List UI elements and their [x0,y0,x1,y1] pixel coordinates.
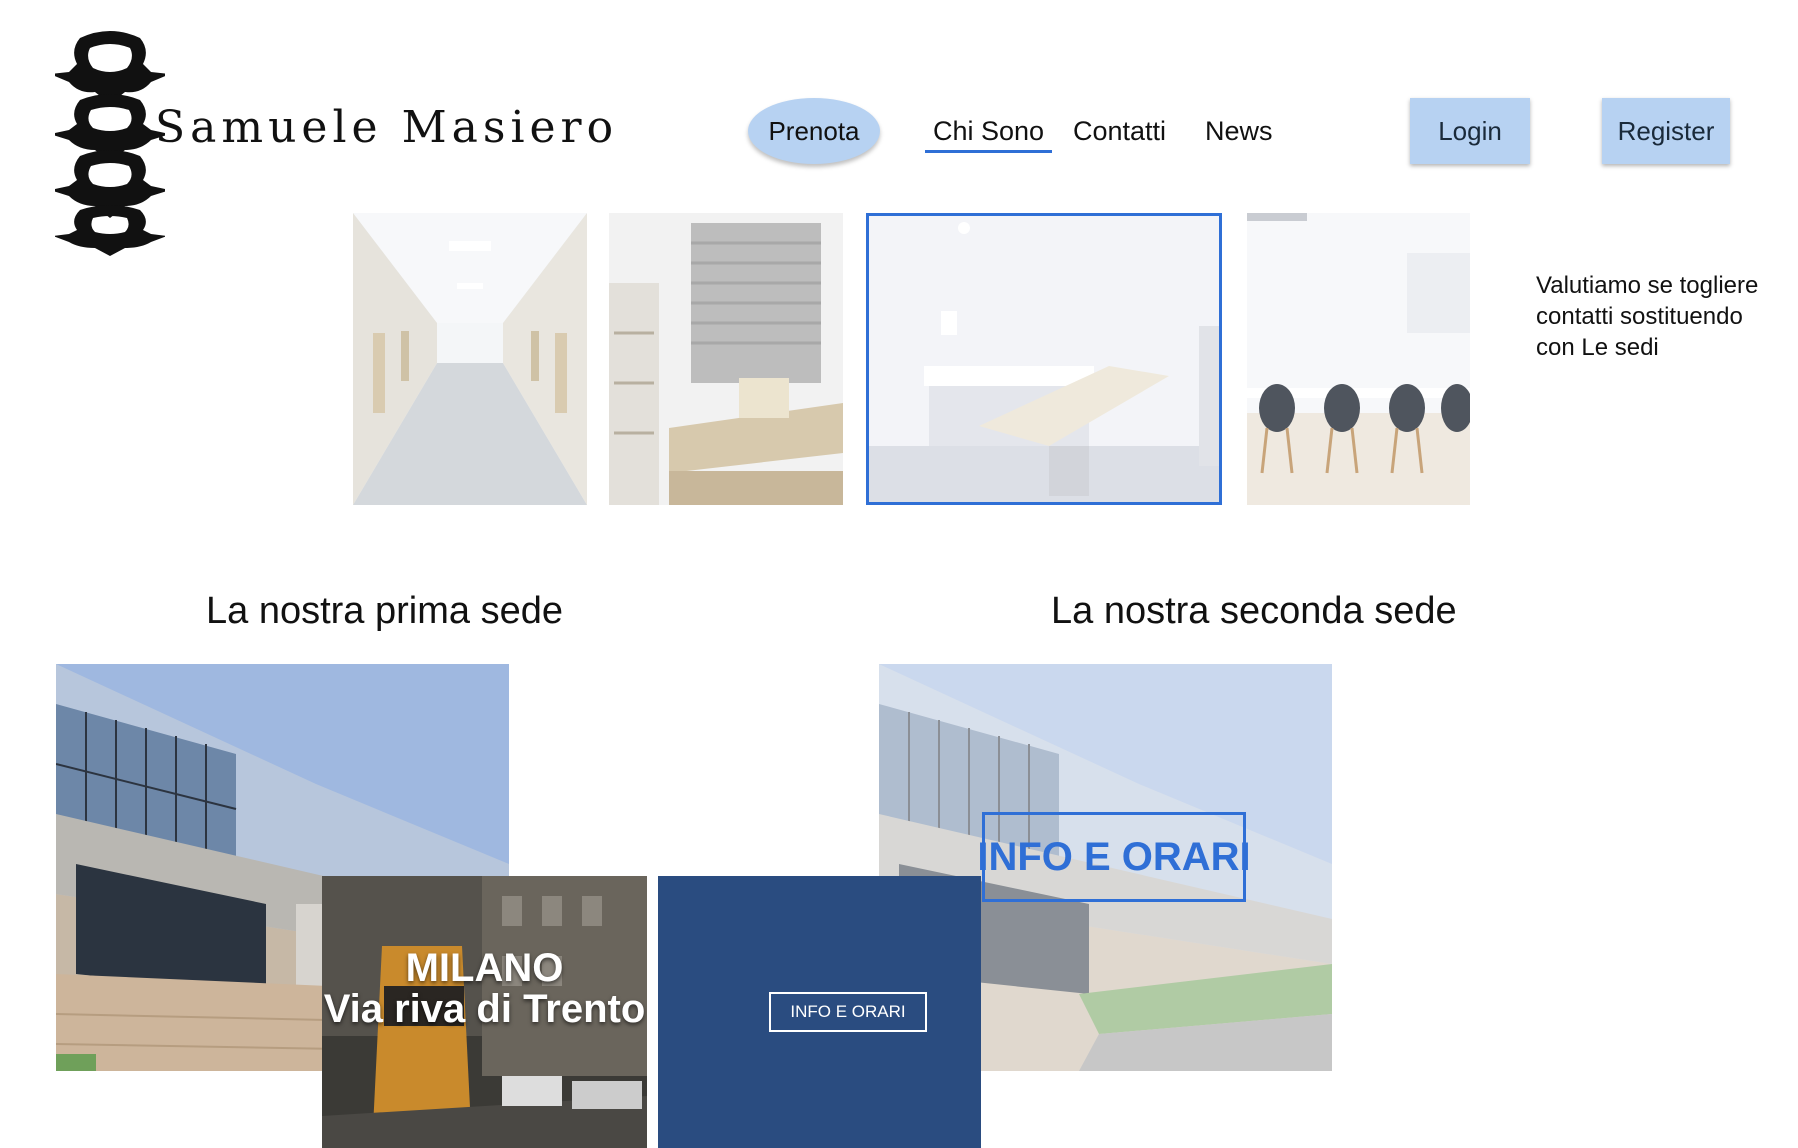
designer-note-text: Valutiamo se togliere contatti sostituen… [1536,272,1759,361]
register-button[interactable]: Register [1602,98,1730,164]
brand-name[interactable]: Samuele Masiero [155,102,618,153]
nav-chi-sono-link[interactable]: Chi Sono [925,116,1053,153]
nav-prenota-button[interactable]: Prenota [748,98,880,164]
gallery-image-meeting-room[interactable] [1247,213,1470,505]
second-location-info-overlay-button[interactable]: INFO E ORARI [977,812,1251,902]
info-orari-button[interactable]: INFO E ORARI [769,992,927,1032]
first-location-info-panel: INFO E ORARI [658,876,981,1148]
second-location-title: La nostra seconda sede [1051,590,1457,632]
gallery-image-office[interactable] [609,213,843,505]
login-button[interactable]: Login [1410,98,1530,164]
gallery-image-exam-room-selected[interactable] [866,213,1222,505]
nav-news-link[interactable]: News [1205,116,1273,147]
milano-city: MILANO Via riva di Trento [323,946,646,1031]
logo-spine-icon[interactable] [50,30,170,256]
milano-address-text: MILANO Via riva di Trento [322,948,647,1030]
milano-location-card[interactable]: MILANO Via riva di Trento [322,876,647,1148]
first-location-title: La nostra prima sede [206,590,563,632]
nav-contatti-link[interactable]: Contatti [1073,116,1166,147]
gallery-image-corridor[interactable] [353,213,587,505]
